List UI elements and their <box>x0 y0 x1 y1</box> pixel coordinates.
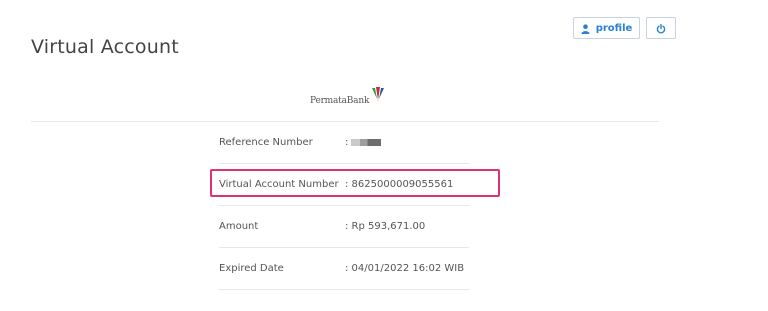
detail-label: Reference Number <box>219 137 313 148</box>
detail-label: Amount <box>219 221 259 232</box>
detail-row-expired-date: Expired Date : 04/01/2022 16:02 WIB <box>219 248 469 290</box>
amount-value: : Rp 593,671.00 <box>345 221 426 232</box>
bank-logo: PermataBank <box>310 86 385 106</box>
profile-label: profile <box>595 22 633 34</box>
detail-row-reference-number: Reference Number : <box>219 122 469 164</box>
highlight-box <box>210 169 500 197</box>
redacted-value <box>351 138 382 146</box>
detail-row-amount: Amount : Rp 593,671.00 <box>219 206 469 248</box>
profile-button[interactable]: profile <box>573 17 640 39</box>
user-icon <box>581 19 590 38</box>
logout-button[interactable] <box>646 17 676 39</box>
top-actions: profile <box>573 17 676 39</box>
detail-value: : <box>345 137 382 148</box>
page-title: Virtual Account <box>31 36 179 58</box>
virtual-account-page: Virtual Account profile PermataBank Refe… <box>0 0 768 311</box>
bank-logo-mark <box>371 86 385 106</box>
power-icon <box>656 19 666 38</box>
expired-date-value: : 04/01/2022 16:02 WIB <box>345 263 465 274</box>
detail-label: Expired Date <box>219 263 284 274</box>
bank-logo-text: PermataBank <box>310 96 370 106</box>
payment-details: Reference Number : Virtual Account Numbe… <box>219 122 469 290</box>
